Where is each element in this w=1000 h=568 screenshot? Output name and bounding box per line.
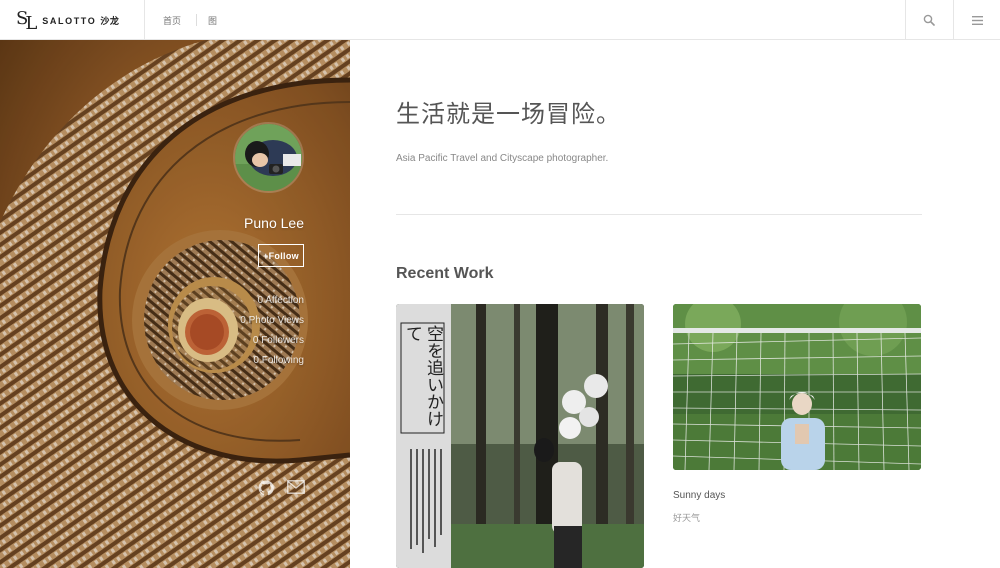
logo-letter-l: L	[25, 13, 37, 34]
stat-affection: 0 Affection	[257, 295, 304, 306]
profile-hero: Puno Lee +Follow 0 Affection 0 Photo Vie…	[0, 40, 350, 568]
brand-name: SALOTTO 沙龙	[42, 14, 119, 27]
nav-item-home[interactable]: 首页	[163, 14, 181, 27]
mail-icon	[287, 480, 305, 494]
github-icon	[258, 480, 274, 496]
mail-link[interactable]	[287, 480, 305, 499]
nav-divider	[196, 14, 198, 26]
top-navigation-bar: SL SALOTTO 沙龙 首页 图	[0, 0, 1000, 40]
profile-username: Puno Lee	[244, 215, 304, 231]
nav-item-photos[interactable]: 图	[208, 14, 217, 27]
stat-followers[interactable]: 0 Followers	[253, 335, 304, 346]
work-title[interactable]: Sunny days	[673, 490, 725, 501]
page-headline: 生活就是一场冒险。	[396, 100, 621, 128]
recent-work-heading: Recent Work	[396, 265, 494, 282]
brand-name-chinese: 沙龙	[100, 15, 120, 26]
main-nav: 首页 图	[163, 0, 217, 40]
poster-vertical-title: 空を追いかけて	[402, 325, 443, 427]
work-photo-sunny-days	[673, 304, 921, 470]
main-content: 生活就是一场冒险。 Asia Pacific Travel and Citysc…	[350, 40, 1000, 568]
stat-photo-views: 0 Photo Views	[240, 315, 304, 326]
search-button[interactable]	[905, 0, 952, 40]
work-card-forest[interactable]: 空を追いかけて	[396, 304, 644, 568]
search-icon	[923, 14, 935, 26]
profile-bio: Asia Pacific Travel and Cityscape photog…	[396, 153, 609, 164]
github-link[interactable]	[258, 480, 274, 501]
stat-following[interactable]: 0 Following	[253, 355, 304, 366]
menu-button[interactable]	[953, 0, 1000, 40]
follow-button[interactable]: +Follow	[258, 244, 304, 267]
avatar[interactable]	[233, 122, 304, 193]
hamburger-menu-icon	[971, 15, 983, 25]
brand-logo[interactable]: SL SALOTTO 沙龙	[0, 0, 145, 40]
logo-monogram: SL	[16, 8, 37, 33]
brand-name-latin: SALOTTO	[42, 15, 97, 26]
logo-letter-s: S	[16, 8, 28, 29]
section-divider	[396, 214, 922, 215]
work-subtitle: 好天气	[673, 513, 701, 523]
work-card-sunny-days[interactable]	[673, 304, 921, 470]
